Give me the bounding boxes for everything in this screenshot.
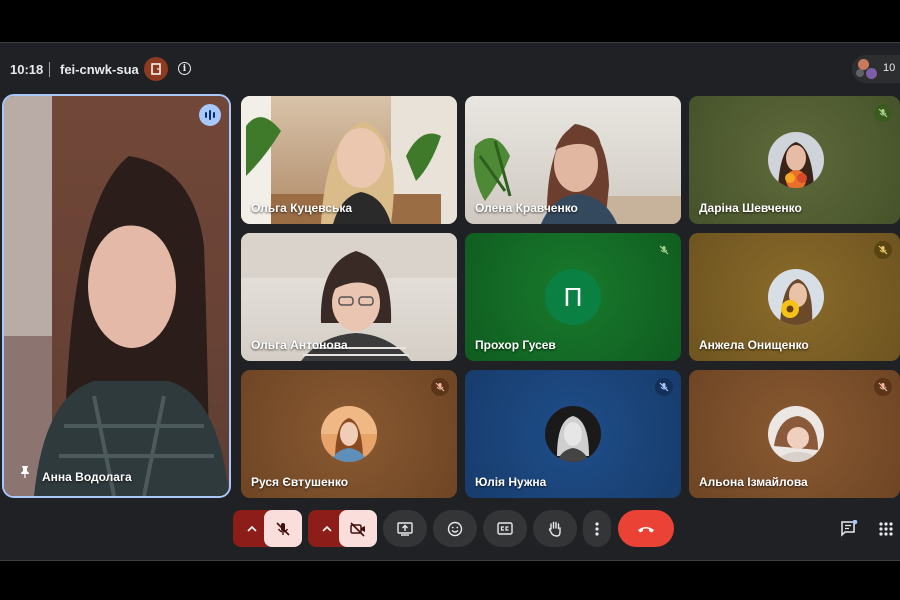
main-video-tile[interactable]: Анна Водолага [2, 94, 231, 498]
mic-off-icon [655, 378, 673, 396]
captions-icon [497, 522, 513, 535]
participant-name: Альона Ізмайлова [699, 475, 808, 489]
participant-name: Ольга Куцевська [251, 201, 353, 215]
top-bar: 10:18 fei-cnwk-sua i 10 [0, 43, 900, 95]
participant-tile[interactable]: Руся Євтушенко [241, 370, 457, 498]
raise-hand-button[interactable] [533, 510, 577, 547]
mic-off-icon [874, 104, 892, 122]
door-icon[interactable] [144, 57, 168, 81]
participant-tile[interactable]: Юлія Нужна [465, 370, 681, 498]
participant-name: Даріна Шевченко [699, 201, 802, 215]
participant-avatar [768, 269, 824, 325]
participant-tile[interactable]: Даріна Шевченко [689, 96, 900, 224]
people-button[interactable]: 10 [852, 55, 900, 83]
emoji-icon [447, 521, 463, 536]
mic-off-icon [874, 241, 892, 259]
participant-tile[interactable]: Ольга Куцевська [241, 96, 457, 224]
participant-count: 10 [883, 62, 896, 74]
raise-hand-icon [548, 521, 561, 537]
present-button[interactable] [383, 510, 427, 547]
mic-off-icon [431, 378, 449, 396]
end-call-icon [638, 526, 654, 532]
participant-tile[interactable]: Ольга Антонова [241, 233, 457, 361]
camera-toggle-button[interactable] [339, 510, 377, 547]
meeting-code: fei-cnwk-sua [60, 62, 139, 77]
present-icon [397, 521, 413, 536]
participant-avatar [768, 406, 824, 462]
speaking-icon [199, 104, 221, 126]
participant-tile[interactable]: Альона Ізмайлова [689, 370, 900, 498]
participant-name: Руся Євтушенко [251, 475, 349, 489]
participant-tile[interactable]: Олена Кравченко [465, 96, 681, 224]
mic-off-icon [276, 521, 290, 536]
participant-name: Ольга Антонова [251, 338, 348, 352]
participant-avatar [545, 406, 601, 462]
speaker-video [4, 96, 229, 496]
more-icon [595, 521, 599, 536]
participant-avatar-small [856, 69, 864, 77]
participant-avatar [768, 132, 824, 188]
mic-off-icon [655, 241, 673, 259]
chat-button[interactable] [834, 510, 864, 547]
participant-avatar-small [866, 68, 877, 79]
reactions-button[interactable] [433, 510, 477, 547]
participant-tile[interactable]: П Прохор Гусев [465, 233, 681, 361]
end-call-button[interactable] [618, 510, 674, 547]
meeting-time: 10:18 [10, 62, 44, 77]
participant-avatar: П [545, 269, 601, 325]
info-icon[interactable]: i [178, 62, 191, 75]
control-bar [0, 510, 900, 554]
participant-name: Анжела Онищенко [699, 338, 809, 352]
participant-name: Олена Кравченко [475, 201, 578, 215]
activities-icon [879, 521, 893, 536]
participant-name: Анна Водолага [42, 470, 132, 484]
participant-name: Прохор Гусев [475, 338, 556, 352]
avatar-initial: П [563, 281, 583, 312]
mic-off-icon [874, 378, 892, 396]
chat-icon [841, 519, 858, 537]
camera-off-icon [350, 521, 365, 537]
pin-icon[interactable] [20, 465, 30, 483]
chevron-up-icon [247, 525, 257, 532]
participant-name: Юлія Нужна [475, 475, 547, 489]
participant-avatar [321, 406, 377, 462]
participant-tile[interactable]: Анжела Онищенко [689, 233, 900, 361]
more-options-button[interactable] [583, 510, 611, 547]
divider [49, 62, 50, 77]
activities-button[interactable] [872, 510, 900, 547]
mic-toggle-button[interactable] [264, 510, 302, 547]
captions-button[interactable] [483, 510, 527, 547]
chevron-up-icon [322, 525, 332, 532]
